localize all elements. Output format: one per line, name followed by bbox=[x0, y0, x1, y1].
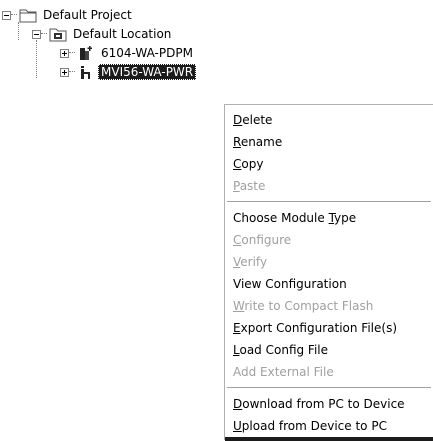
menu-item-choose-module-type[interactable]: Choose Module Type bbox=[225, 207, 433, 229]
menu-item-label: erify bbox=[240, 255, 268, 269]
menu-item-configure[interactable]: Configure bbox=[225, 229, 433, 251]
menu-item-label: rite to Compact Flash bbox=[244, 299, 374, 313]
menu-item-rename[interactable]: Rename bbox=[225, 131, 433, 153]
module-icon bbox=[81, 66, 90, 79]
menu-item-label: Add External File bbox=[233, 365, 334, 379]
menu-item-label: Choose Module bbox=[233, 211, 329, 225]
tree-node-label: Default Project bbox=[43, 8, 132, 22]
menu-item-load-config-file[interactable]: Load Config File bbox=[225, 339, 433, 361]
collapse-icon[interactable] bbox=[2, 10, 11, 20]
menu-item-label: xport Configuration File(s) bbox=[240, 321, 397, 335]
folder-icon bbox=[19, 9, 37, 23]
menu-item-diagnostics[interactable]: Diagnostics bbox=[225, 437, 433, 441]
tree-node-module-pwr[interactable]: MVI56-WA-PWR bbox=[60, 63, 197, 81]
menu-item-label: View Configuration bbox=[233, 277, 347, 291]
tree-node-label-selected: MVI56-WA-PWR bbox=[98, 64, 197, 80]
menu-item-label: onfigure bbox=[241, 233, 292, 247]
menu-item-download-from-pc-to-device[interactable]: Download from PC to Device bbox=[225, 393, 433, 415]
menu-item-label: ype bbox=[334, 211, 357, 225]
menu-item-accelerator: R bbox=[233, 135, 241, 149]
menu-item-accelerator: U bbox=[233, 419, 242, 433]
menu-item-upload-from-device-to-pc[interactable]: Upload from Device to PC bbox=[225, 415, 433, 437]
menu-item-view-configuration[interactable]: View Configuration bbox=[225, 273, 433, 295]
menu-item-accelerator: P bbox=[233, 179, 240, 193]
tree-node-label: 6104-WA-PDPM bbox=[101, 46, 193, 60]
tree-connector bbox=[18, 22, 20, 40]
expand-icon[interactable] bbox=[60, 67, 69, 77]
tree-connector bbox=[36, 40, 38, 78]
module-icon bbox=[80, 46, 92, 60]
menu-item-label: pload from Device to PC bbox=[241, 419, 387, 433]
menu-item-copy[interactable]: Copy bbox=[225, 153, 433, 175]
menu-item-label: ownload from PC to Device bbox=[242, 397, 405, 411]
menu-item-accelerator: E bbox=[233, 321, 241, 335]
menu-item-accelerator: W bbox=[233, 299, 245, 313]
collapse-icon[interactable] bbox=[32, 29, 41, 39]
menu-item-verify[interactable]: Verify bbox=[225, 251, 433, 273]
menu-item-export-configuration-files[interactable]: Export Configuration File(s) bbox=[225, 317, 433, 339]
tree-node-module-pdpm[interactable]: 6104-WA-PDPM bbox=[60, 44, 196, 62]
menu-separator bbox=[227, 387, 431, 389]
menu-item-paste[interactable]: Paste bbox=[225, 175, 433, 197]
menu-item-label: ename bbox=[240, 135, 283, 149]
menu-item-label: elete bbox=[242, 113, 273, 127]
expand-icon[interactable] bbox=[60, 48, 69, 58]
menu-item-write-to-compact-flash[interactable]: Write to Compact Flash bbox=[225, 295, 433, 317]
tree-node-default-project[interactable]: Default Project bbox=[2, 6, 135, 24]
menu-item-label: opy bbox=[241, 157, 264, 171]
menu-item-accelerator: D bbox=[233, 113, 243, 127]
menu-separator bbox=[227, 201, 431, 203]
context-menu: Delete Rename Copy Paste Choose Module Type C… bbox=[224, 104, 433, 441]
menu-item-delete[interactable]: Delete bbox=[225, 109, 433, 131]
menu-item-add-external-file[interactable]: Add External File bbox=[225, 361, 433, 383]
location-folder-icon bbox=[49, 28, 67, 42]
menu-item-label: aste bbox=[239, 179, 266, 193]
menu-item-label: oad Config File bbox=[239, 343, 329, 357]
tree-node-default-location[interactable]: Default Location bbox=[32, 25, 174, 43]
menu-item-accelerator: D bbox=[233, 397, 243, 411]
project-tree-window: Default Project Default Location 6104-WA… bbox=[0, 0, 433, 441]
tree-node-label: Default Location bbox=[73, 27, 172, 41]
